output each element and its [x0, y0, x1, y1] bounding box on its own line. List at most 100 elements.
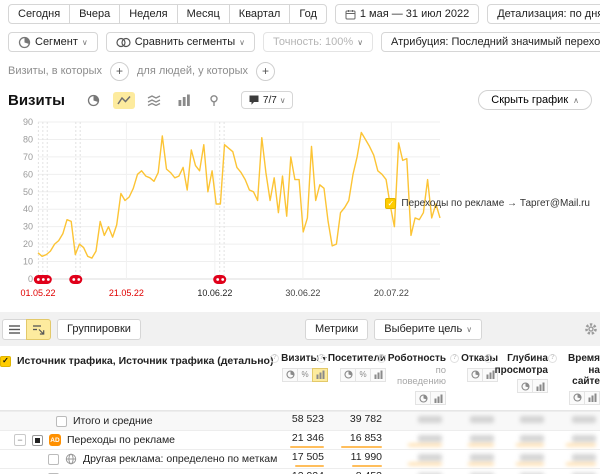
groupings-button[interactable]: Группировки [57, 319, 141, 340]
pie-toggle[interactable] [282, 368, 298, 382]
add-visit-filter-button[interactable] [110, 62, 129, 81]
bars-toggle[interactable] [312, 368, 328, 382]
list-view-toggle[interactable] [2, 319, 27, 340]
table-row[interactable]: ЯЯндекс: Директ 12 924 8 453 [0, 468, 600, 474]
bars-toggle[interactable] [430, 391, 446, 405]
period-button-2[interactable]: Неделя [119, 4, 177, 24]
redacted-cell [386, 435, 446, 446]
globe-icon [65, 453, 77, 465]
add-user-filter-button[interactable] [256, 62, 275, 81]
redacted-cell [446, 454, 498, 465]
chart-legend[interactable]: Переходы по рекламе → Таргет@Mail.ru [385, 198, 590, 209]
column-header-2: Роботностьпо поведению [386, 353, 446, 405]
table-body: Итого и средние 58 523 39 782 ADПереходы… [0, 411, 600, 474]
help-icon[interactable] [484, 354, 493, 363]
hide-chart-button[interactable]: Скрыть график [478, 90, 592, 110]
visits-chart: 010203040506070809001.05.2221.05.2210.06… [8, 112, 592, 304]
attribution-dropdown[interactable]: Атрибуция: Последний значимый переход КД [381, 32, 600, 52]
svg-text:01.05.22: 01.05.22 [20, 288, 55, 298]
line-chart-toggle[interactable] [113, 92, 135, 109]
gear-icon[interactable] [584, 322, 598, 336]
svg-text:10: 10 [23, 257, 33, 267]
column-title[interactable]: Роботностьпо поведению [377, 353, 446, 388]
comments-toggle[interactable]: 7/7 [241, 91, 293, 109]
ad-icon: AD [49, 434, 61, 446]
dimension-cell[interactable]: ADПереходы по рекламе [0, 434, 280, 446]
column-title[interactable]: Глубина просмотра [484, 353, 548, 376]
period-button-3[interactable]: Месяц [177, 4, 230, 24]
period-button-0[interactable]: Сегодня [8, 4, 70, 24]
svg-text:30: 30 [23, 222, 33, 232]
compare-segments-button[interactable]: Сравнить сегменты [106, 32, 255, 52]
row-checkbox[interactable] [32, 435, 43, 446]
table-controls: Группировки Метрики Выберите цель [0, 312, 600, 346]
chevron-down-icon [82, 36, 88, 48]
redacted-cell [498, 416, 548, 427]
bar-chart-toggle[interactable] [173, 92, 195, 109]
pie-toggle[interactable] [467, 368, 483, 382]
legend-checkbox[interactable] [385, 198, 396, 209]
segment-button[interactable]: Сегмент [8, 32, 98, 52]
table-row[interactable]: Итого и средние 58 523 39 782 [0, 411, 600, 430]
column-subtitle: по поведению [397, 365, 446, 388]
redacted-cell [498, 435, 548, 446]
dimension-header[interactable]: Источник трафика, Источник трафика (дета… [0, 353, 280, 367]
bars-toggle[interactable] [584, 391, 600, 405]
help-icon[interactable] [317, 354, 326, 363]
dimension-cell[interactable]: Другая реклама: определено по меткам [0, 453, 280, 465]
stacked-chart-icon [147, 94, 161, 106]
metric-cell: 39 782 [328, 412, 386, 430]
pie-toggle[interactable] [415, 391, 431, 405]
chart-header: Визиты 7/7 Скрыть график [8, 90, 592, 110]
map-toggle[interactable] [203, 92, 225, 109]
date-range-label: 1 мая — 31 июл 2022 [360, 8, 469, 20]
metric-cell: 21 346 [280, 431, 328, 449]
metrics-button[interactable]: Метрики [305, 319, 368, 340]
select-all-checkbox[interactable] [0, 356, 11, 367]
row-checkbox[interactable] [48, 454, 59, 465]
dimension-cell[interactable]: Итого и средние [0, 415, 280, 427]
row-label: Другая реклама: определено по меткам [83, 453, 277, 465]
filter-row: Визиты, в которых для людей, у которых [8, 62, 592, 80]
pct-toggle[interactable]: % [355, 368, 371, 382]
period-button-1[interactable]: Вчера [69, 4, 120, 24]
pct-toggle[interactable]: % [297, 368, 313, 382]
pie-chart-toggle[interactable] [83, 92, 105, 109]
period-button-4[interactable]: Квартал [229, 4, 291, 24]
segment-toolbar: Сегмент Сравнить сегменты Точность: 100%… [8, 32, 592, 52]
period-button-group: СегодняВчераНеделяМесяцКварталГод [8, 4, 327, 24]
redacted-cell [548, 435, 600, 446]
bars-toggle[interactable] [532, 379, 548, 393]
accuracy-dropdown[interactable]: Точность: 100% [263, 32, 373, 52]
column-title[interactable]: Время на сайте [548, 353, 600, 388]
svg-text:20: 20 [23, 239, 33, 249]
row-checkbox[interactable] [56, 416, 67, 427]
pie-toggle[interactable] [517, 379, 533, 393]
table-row[interactable]: ADПереходы по рекламе 21 346 16 853 [0, 430, 600, 449]
goal-select-button[interactable]: Выберите цель [374, 319, 482, 340]
help-icon[interactable] [450, 354, 459, 363]
tree-view-toggle[interactable] [26, 319, 51, 340]
row-label: Итого и средние [73, 415, 153, 427]
svg-text:40: 40 [23, 204, 33, 214]
chevron-up-icon [573, 94, 579, 106]
redacted-cell [548, 416, 600, 427]
column-title[interactable]: Посетители [317, 353, 386, 365]
collapse-button[interactable] [14, 434, 26, 446]
detail-dropdown[interactable]: Детализация: по дням [487, 4, 600, 24]
help-icon[interactable] [377, 354, 386, 363]
pie-toggle[interactable] [340, 368, 356, 382]
stacked-chart-toggle[interactable] [143, 92, 165, 109]
help-icon[interactable] [270, 354, 279, 363]
svg-text:10.06.22: 10.06.22 [197, 288, 232, 298]
metric-cell: 58 523 [280, 412, 328, 430]
help-icon[interactable] [548, 354, 557, 363]
date-range-button[interactable]: 1 мая — 31 июл 2022 [335, 4, 479, 24]
table-row[interactable]: Другая реклама: определено по меткам 17 … [0, 449, 600, 468]
redacted-cell [446, 435, 498, 446]
svg-text:0: 0 [28, 274, 33, 284]
pie-toggle[interactable] [569, 391, 585, 405]
chevron-down-icon [466, 323, 472, 335]
period-button-5[interactable]: Год [289, 4, 327, 24]
svg-text:50: 50 [23, 187, 33, 197]
